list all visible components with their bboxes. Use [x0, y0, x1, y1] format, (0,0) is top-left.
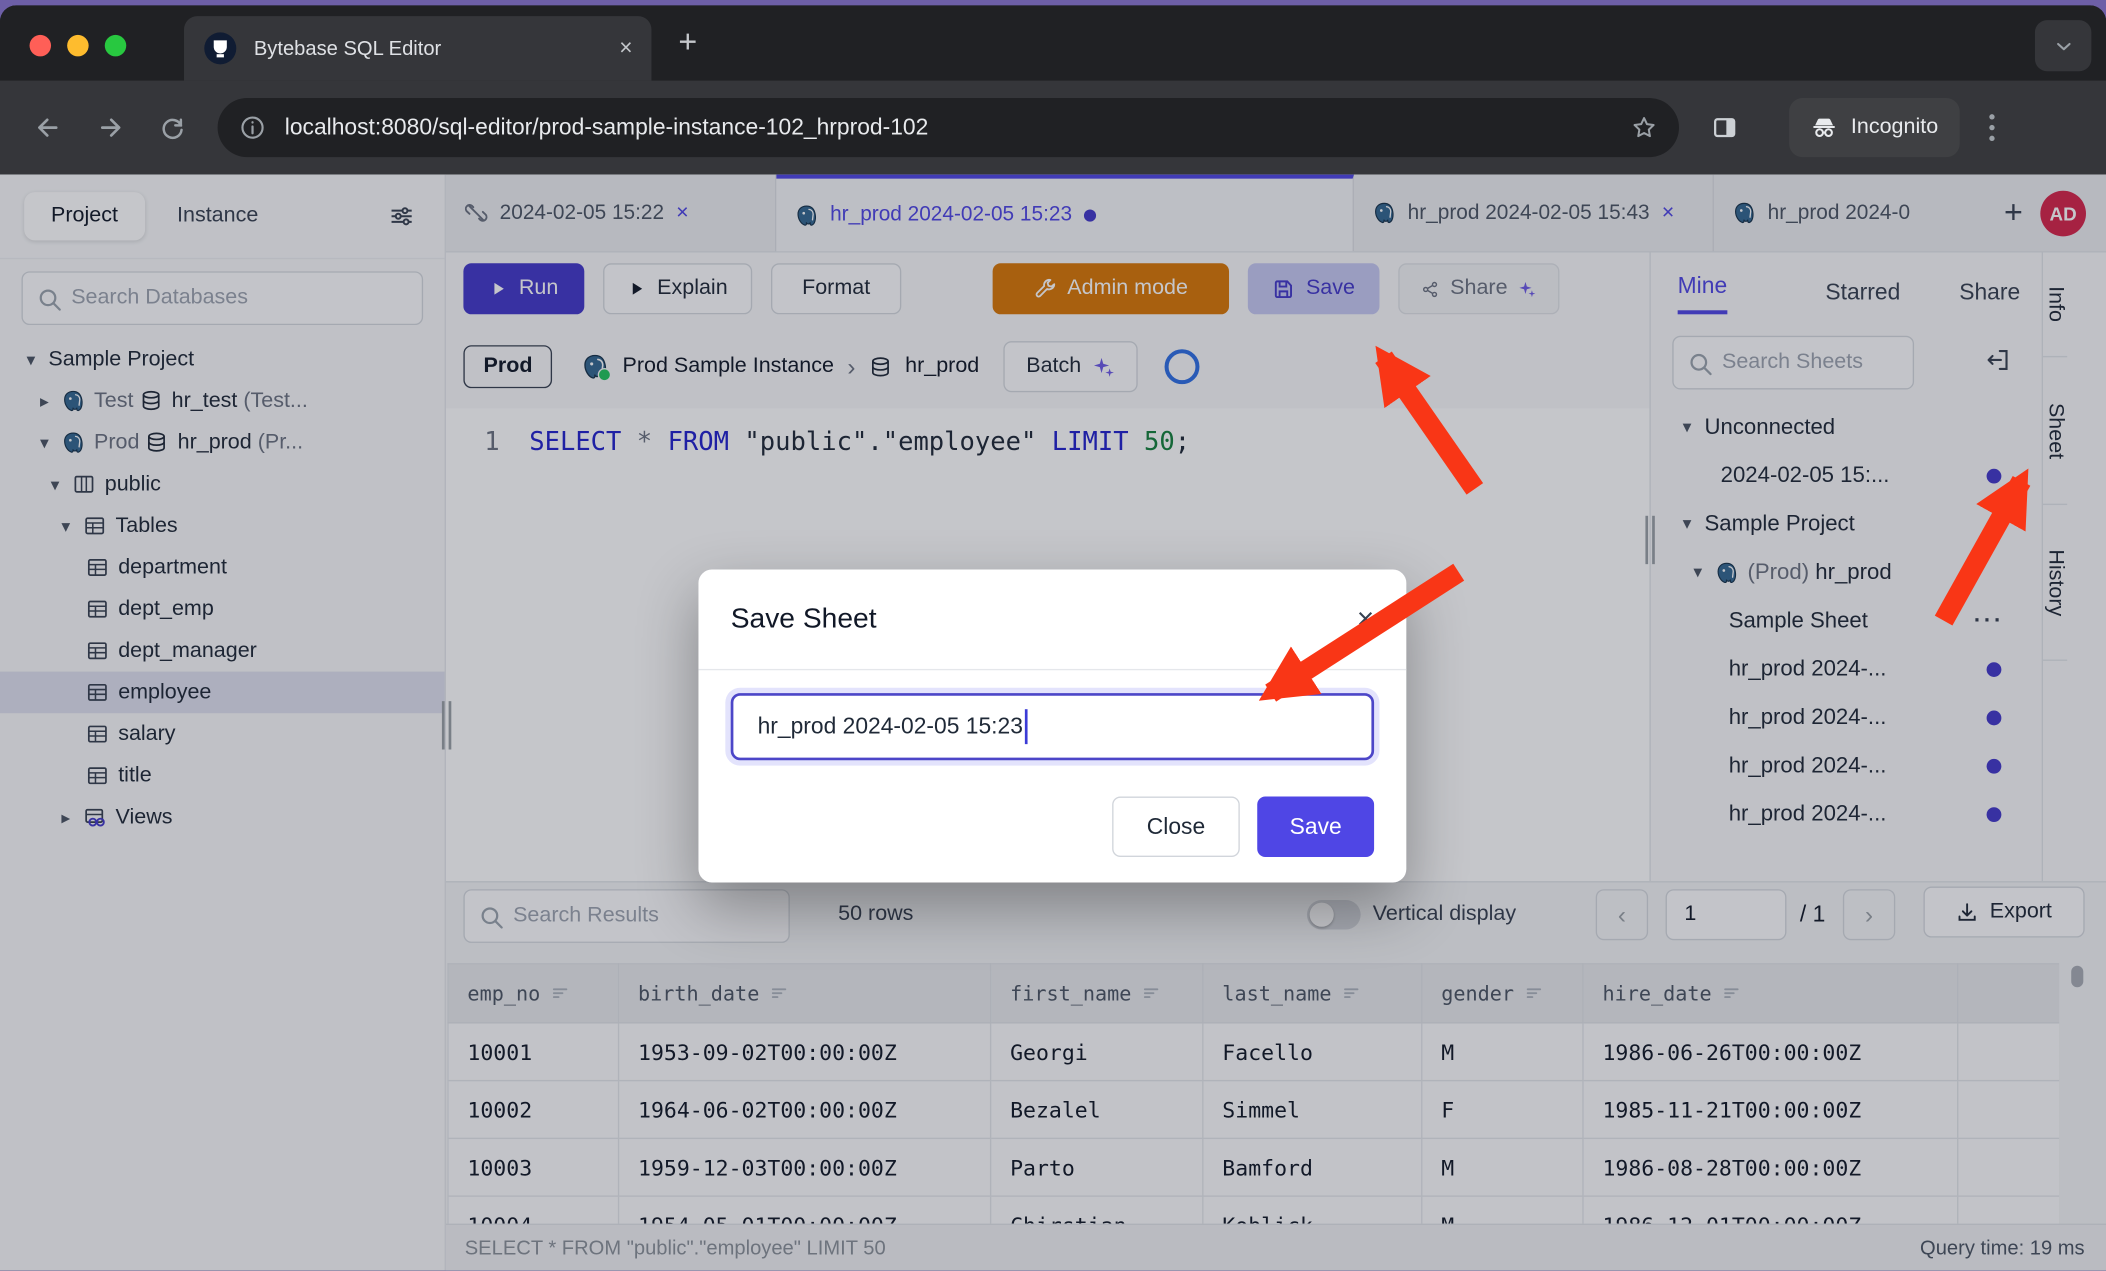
text-cursor — [1024, 709, 1027, 744]
site-info-icon[interactable] — [239, 114, 266, 141]
browser-tab[interactable]: Bytebase SQL Editor × — [184, 16, 651, 80]
back-icon[interactable] — [35, 114, 62, 141]
new-tab-button[interactable]: + — [678, 27, 697, 59]
url-text[interactable]: localhost:8080/sql-editor/prod-sample-in… — [285, 114, 929, 141]
address-bar[interactable]: localhost:8080/sql-editor/prod-sample-in… — [218, 98, 1679, 157]
dialog-title: Save Sheet — [731, 603, 877, 635]
sheet-name-input[interactable]: hr_prod 2024-02-05 15:23 — [731, 693, 1374, 760]
dialog-header: Save Sheet × — [698, 570, 1406, 671]
screen: Bytebase SQL Editor × + localhost:8080/s… — [0, 0, 2106, 1271]
incognito-label: Incognito — [1851, 116, 1938, 140]
macos-zoom-button[interactable] — [105, 35, 126, 56]
macos-minimize-button[interactable] — [67, 35, 88, 56]
browser-menu-button[interactable] — [1989, 114, 1994, 141]
save-sheet-dialog: Save Sheet × hr_prod 2024-02-05 15:23 Cl… — [698, 570, 1406, 883]
dialog-save-button[interactable]: Save — [1257, 797, 1374, 857]
reload-icon[interactable] — [158, 114, 185, 141]
incognito-badge: Incognito — [1789, 98, 1960, 157]
tab-search-button[interactable] — [2035, 20, 2091, 71]
incognito-icon — [1811, 114, 1838, 141]
sheet-name-value: hr_prod 2024-02-05 15:23 — [758, 713, 1023, 740]
browser-navbar: localhost:8080/sql-editor/prod-sample-in… — [0, 81, 2106, 175]
browser-window: Bytebase SQL Editor × + localhost:8080/s… — [0, 5, 2106, 1270]
dialog-close-button[interactable]: Close — [1112, 797, 1240, 857]
bytebase-favicon — [203, 31, 238, 66]
side-panel-icon[interactable] — [1711, 114, 1738, 141]
forward-icon[interactable] — [97, 114, 124, 141]
bookmark-star-icon[interactable] — [1631, 114, 1658, 141]
chevron-down-icon — [2052, 34, 2075, 57]
dialog-close-icon[interactable]: × — [1357, 602, 1374, 637]
browser-tabstrip: Bytebase SQL Editor × + — [0, 5, 2106, 80]
browser-tab-title: Bytebase SQL Editor — [254, 37, 441, 60]
macos-close-button[interactable] — [30, 35, 51, 56]
tab-close-icon[interactable]: × — [619, 35, 632, 62]
